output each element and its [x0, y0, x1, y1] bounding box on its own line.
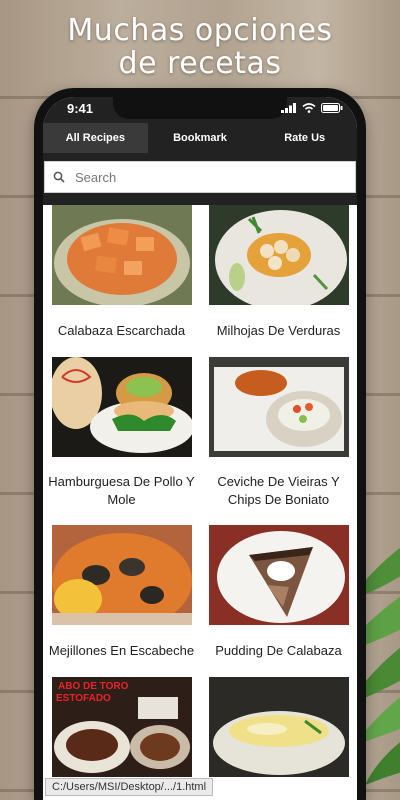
phone-screen: 9:41 All Recipes Bookmark Rate Us Search…	[43, 97, 357, 800]
status-time: 9:41	[67, 101, 94, 116]
recipe-thumbnail[interactable]	[51, 205, 192, 305]
recipe-card[interactable]: Calabaza Escarchada	[43, 205, 200, 357]
search-container	[43, 153, 357, 197]
thumbnail-text: ABO DE TORO	[58, 681, 129, 692]
promo-headline: Muchas opciones de recetas	[0, 14, 400, 80]
list-top-divider	[43, 197, 357, 205]
recipe-thumbnail[interactable]	[51, 525, 192, 625]
wifi-icon	[302, 103, 316, 113]
status-bar: 9:41	[43, 97, 357, 123]
recipe-title[interactable]	[277, 777, 281, 800]
status-icons	[281, 103, 343, 113]
recipe-card[interactable]: Milhojas De Verduras	[200, 205, 357, 357]
tab-bookmark[interactable]: Bookmark	[148, 123, 253, 153]
recipe-grid: Calabaza Escarchada Milhojas De Verduras	[43, 205, 357, 800]
recipe-thumbnail[interactable]	[208, 525, 349, 625]
recipe-title[interactable]: Mejillones En Escabeche	[47, 625, 196, 677]
recipe-thumbnail[interactable]	[208, 205, 349, 305]
recipe-thumbnail[interactable]	[208, 357, 349, 457]
recipe-thumbnail[interactable]: ABO DE TORO ESTOFADO	[51, 677, 192, 777]
recipe-thumbnail[interactable]	[208, 677, 349, 777]
battery-icon	[321, 103, 343, 113]
recipe-title[interactable]: Pudding De Calabaza	[213, 625, 343, 677]
tab-all-recipes[interactable]: All Recipes	[43, 123, 148, 153]
recipe-title[interactable]: Milhojas De Verduras	[215, 305, 343, 357]
signal-icon	[281, 103, 296, 113]
phone-notch	[113, 97, 287, 119]
recipe-title[interactable]: Hamburguesa De Pollo Y Mole	[43, 457, 200, 525]
recipe-card[interactable]: Hamburguesa De Pollo Y Mole	[43, 357, 200, 525]
recipe-card[interactable]: Pudding De Calabaza	[200, 525, 357, 677]
recipe-thumbnail[interactable]	[51, 357, 192, 457]
recipe-card[interactable]	[200, 677, 357, 800]
tab-rate-us[interactable]: Rate Us	[252, 123, 357, 153]
recipe-card[interactable]: Mejillones En Escabeche	[43, 525, 200, 677]
search-box[interactable]	[44, 161, 356, 193]
recipe-card[interactable]: Ceviche De Vieiras Y Chips De Boniato	[200, 357, 357, 525]
headline-line-1: Muchas opciones	[67, 13, 333, 48]
url-status-bar: C:/Users/MSI/Desktop/.../1.html	[45, 778, 214, 796]
recipe-title[interactable]: Calabaza Escarchada	[56, 305, 187, 357]
search-input[interactable]	[73, 168, 307, 186]
thumbnail-text: ESTOFADO	[56, 693, 111, 704]
headline-line-2: de recetas	[118, 46, 282, 81]
recipe-title[interactable]: Ceviche De Vieiras Y Chips De Boniato	[200, 457, 357, 525]
phone-mockup: 9:41 All Recipes Bookmark Rate Us Search…	[34, 88, 366, 800]
search-icon	[53, 171, 65, 183]
tab-bar: All Recipes Bookmark Rate Us	[43, 123, 357, 153]
